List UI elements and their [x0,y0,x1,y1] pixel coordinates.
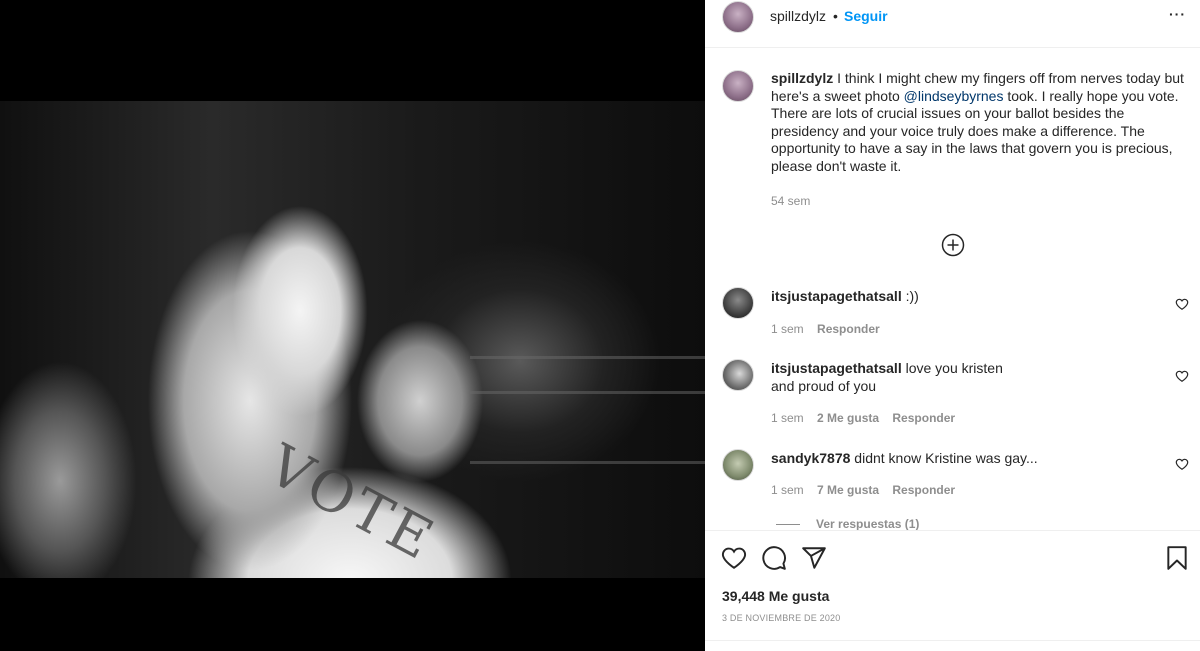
post-media[interactable]: VOTE [0,0,705,651]
shirt-text: VOTE [257,432,447,575]
comment-text: :)) [905,288,919,304]
heart-icon[interactable] [721,545,747,571]
comment-time[interactable]: 1 sem [771,322,804,336]
likes-count[interactable]: 39,448 Me gusta [722,588,829,604]
replies-line [776,524,800,526]
caption-username[interactable]: spillzdylz [771,70,833,86]
comment-likes[interactable]: 7 Me gusta [817,483,879,497]
follow-button[interactable]: Seguir [844,8,888,24]
caption-text: spillzdylz I think I might chew my finge… [771,70,1191,175]
comment-heart-icon[interactable] [1175,457,1189,471]
save-icon[interactable] [1164,545,1190,571]
comment-time[interactable]: 1 sem [771,411,804,425]
view-replies-label: Ver respuestas (1) [816,517,920,531]
commenter-username[interactable]: itsjustapagethatsall [771,360,902,376]
comment-body: sandyk7878 didnt know Kristine was gay..… [771,449,1131,467]
comment-text: didnt know Kristine was gay... [854,450,1038,466]
commenter-username[interactable]: itsjustapagethatsall [771,288,902,304]
commenter-avatar[interactable] [722,359,754,391]
author-username[interactable]: spillzdylz [770,8,826,24]
post-photo[interactable]: VOTE [0,101,705,578]
comment-meta: 1 sem 2 Me gusta Responder [771,411,965,425]
reply-button[interactable]: Responder [817,322,880,336]
share-icon[interactable] [801,545,827,571]
background-stripe [470,461,705,464]
comment-meta: 1 sem Responder [771,322,890,336]
post-side-panel: spillzdylz • Seguir ··· spillzdylz I thi… [705,0,1200,651]
more-options-icon[interactable]: ··· [1169,6,1186,22]
reply-button[interactable]: Responder [892,483,955,497]
likes-number: 39,448 [722,588,765,604]
comment-icon[interactable] [761,545,787,571]
comment-heart-icon[interactable] [1175,297,1189,311]
comment-body: itsjustapagethatsall :)) [771,287,1131,305]
commenter-username[interactable]: sandyk7878 [771,450,850,466]
post-header: spillzdylz • Seguir ··· [705,0,1200,48]
author-avatar[interactable] [722,1,754,33]
view-replies-button[interactable]: Ver respuestas (1) [776,517,919,531]
caption-mention-link[interactable]: @lindseybyrnes [904,88,1004,104]
add-comment-bar[interactable] [705,640,1200,651]
background-stripe [470,391,705,394]
comment-body: itsjustapagethatsall love you kristen an… [771,359,1011,395]
comment-heart-icon[interactable] [1175,369,1189,383]
post-actions-section: 39,448 Me gusta 3 DE NOVIEMBRE DE 2020 [705,530,1200,651]
reply-button[interactable]: Responder [892,411,955,425]
comment-meta: 1 sem 7 Me gusta Responder [771,483,965,497]
caption-timestamp[interactable]: 54 sem [771,194,810,208]
separator-dot: • [833,8,838,24]
background-stripe [470,356,705,359]
post-date[interactable]: 3 DE NOVIEMBRE DE 2020 [722,613,840,623]
add-comments-icon[interactable] [941,233,965,257]
comment-time[interactable]: 1 sem [771,483,804,497]
likes-suffix: Me gusta [768,588,830,604]
comment-likes[interactable]: 2 Me gusta [817,411,879,425]
commenter-avatar[interactable] [722,449,754,481]
commenter-avatar[interactable] [722,287,754,319]
caption-avatar[interactable] [722,70,754,102]
